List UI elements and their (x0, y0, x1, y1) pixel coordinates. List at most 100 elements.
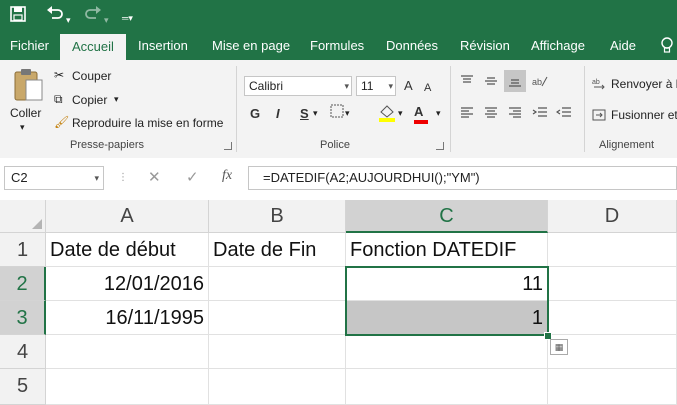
paste-icon[interactable] (12, 68, 44, 105)
row-header-1[interactable]: 1 (0, 233, 46, 267)
paste-button[interactable]: Coller (10, 106, 41, 120)
more-options-icon[interactable]: ⋮ (118, 172, 128, 183)
merge-center-icon[interactable] (592, 108, 606, 125)
cell-a2[interactable]: 12/01/2016 (46, 267, 209, 301)
insert-function-icon[interactable]: fx (222, 168, 232, 184)
merge-center-button[interactable]: Fusionner et (611, 108, 677, 122)
ribbon-separator (584, 66, 585, 152)
align-right-icon[interactable] (508, 106, 522, 123)
formula-input[interactable]: =DATEDIF(A2;AUJOURDHUI();"YM") (248, 166, 677, 190)
column-header-a[interactable]: A (46, 200, 209, 233)
cell-c2[interactable]: 11 (346, 267, 548, 301)
font-color-dropdown-icon[interactable]: ▾ (436, 108, 441, 119)
fill-color-icon[interactable] (378, 104, 396, 125)
lightbulb-icon[interactable] (660, 32, 674, 60)
cell-b4[interactable] (209, 335, 346, 369)
cell-c1[interactable]: Fonction DATEDIF (346, 233, 548, 267)
borders-icon[interactable] (330, 104, 344, 121)
borders-dropdown-icon[interactable]: ▾ (345, 108, 350, 119)
save-icon[interactable] (10, 6, 26, 22)
align-center-icon[interactable] (484, 106, 498, 123)
cell-c5[interactable] (346, 369, 548, 405)
undo-dropdown-icon[interactable]: ▾ (66, 10, 71, 30)
formula-text: =DATEDIF(A2;AUJOURDHUI();"YM") (263, 170, 480, 185)
cell-a4[interactable] (46, 335, 209, 369)
paste-dropdown-icon[interactable]: ▾ (20, 122, 25, 133)
tab-revision[interactable]: Révision (460, 32, 510, 60)
bold-button[interactable]: G (250, 106, 260, 122)
fill-color-dropdown-icon[interactable]: ▾ (398, 108, 403, 119)
cell-a1[interactable]: Date de début (46, 233, 209, 267)
row-header-4[interactable]: 4 (0, 335, 46, 369)
align-left-icon[interactable] (460, 106, 474, 123)
outdent-icon[interactable] (555, 106, 572, 123)
tab-mise-en-page[interactable]: Mise en page (212, 32, 290, 60)
chevron-down-icon: ▾ (344, 81, 349, 91)
alignment-group-label: Alignement (599, 139, 655, 151)
cell-c4[interactable] (346, 335, 548, 369)
font-color-letter: A (414, 104, 424, 119)
tab-donnees[interactable]: Données (386, 32, 438, 60)
format-painter-icon[interactable]: 🖌 (54, 115, 69, 129)
enter-icon[interactable]: ✓ (186, 168, 199, 186)
tab-formules[interactable]: Formules (310, 32, 364, 60)
cell-b1[interactable]: Date de Fin (209, 233, 346, 267)
underline-button[interactable]: S (300, 106, 309, 122)
formula-bar: C2 ▾ ⋮ ✕ ✓ fx =DATEDIF(A2;AUJOURDHUI();"… (0, 158, 677, 201)
row-header-3[interactable]: 3 (0, 301, 46, 335)
align-bottom-icon[interactable] (504, 70, 526, 92)
wrap-text-button[interactable]: Renvoyer à l (611, 77, 677, 91)
cell-a3[interactable]: 16/11/1995 (46, 301, 209, 335)
name-box-value: C2 (11, 170, 28, 185)
font-color-icon[interactable]: A (414, 104, 428, 124)
font-size-select[interactable]: 11 ▾ (356, 76, 396, 96)
quick-analysis-icon[interactable]: ▦ (550, 339, 568, 355)
name-box[interactable]: C2 ▾ (4, 166, 104, 190)
select-all-corner[interactable] (0, 200, 46, 233)
indent-icon[interactable] (532, 106, 548, 123)
copy-icon[interactable]: ⧉ (54, 92, 63, 107)
font-size-value: 11 (361, 79, 374, 93)
tab-affichage[interactable]: Affichage (531, 32, 585, 60)
align-middle-icon[interactable] (484, 74, 498, 91)
row-header-2[interactable]: 2 (0, 267, 46, 301)
clipboard-launcher-icon[interactable] (224, 142, 232, 150)
font-name-select[interactable]: Calibri ▾ (244, 76, 352, 96)
column-header-c[interactable]: C (346, 200, 548, 233)
redo-dropdown-icon[interactable]: ▾ (104, 10, 109, 30)
orientation-icon[interactable]: ab (532, 74, 548, 91)
redo-icon[interactable] (84, 6, 102, 22)
grow-font-icon[interactable]: A (404, 78, 413, 94)
underline-dropdown-icon[interactable]: ▾ (313, 108, 318, 119)
align-top-icon[interactable] (460, 74, 474, 91)
clipboard-group-label: Presse-papiers (70, 139, 144, 151)
cell-d2[interactable] (548, 267, 677, 301)
cut-icon[interactable]: ✂ (54, 68, 64, 82)
cell-d5[interactable] (548, 369, 677, 405)
row-header-5[interactable]: 5 (0, 369, 46, 405)
tab-aide[interactable]: Aide (610, 32, 636, 60)
cell-b5[interactable] (209, 369, 346, 405)
font-launcher-icon[interactable] (436, 142, 444, 150)
tab-accueil[interactable]: Accueil (60, 34, 126, 60)
cell-c3[interactable]: 1 (346, 301, 548, 335)
copy-button[interactable]: Copier (72, 93, 107, 107)
cell-b2[interactable] (209, 267, 346, 301)
wrap-text-icon[interactable]: ab (592, 76, 606, 93)
copy-dropdown-icon[interactable]: ▾ (114, 94, 119, 105)
cell-a5[interactable] (46, 369, 209, 405)
cell-d1[interactable] (548, 233, 677, 267)
cell-d3[interactable] (548, 301, 677, 335)
tab-fichier[interactable]: Fichier (10, 32, 49, 60)
italic-button[interactable]: I (276, 106, 280, 122)
shrink-font-icon[interactable]: A (424, 80, 431, 96)
column-header-b[interactable]: B (209, 200, 346, 233)
format-painter-button[interactable]: Reproduire la mise en forme (72, 116, 223, 130)
undo-icon[interactable] (46, 6, 64, 22)
customize-toolbar-icon[interactable]: ═▾ (122, 8, 133, 28)
cell-b3[interactable] (209, 301, 346, 335)
cancel-icon[interactable]: ✕ (148, 168, 161, 186)
tab-insertion[interactable]: Insertion (138, 32, 188, 60)
cut-button[interactable]: Couper (72, 69, 111, 83)
column-header-d[interactable]: D (548, 200, 677, 233)
